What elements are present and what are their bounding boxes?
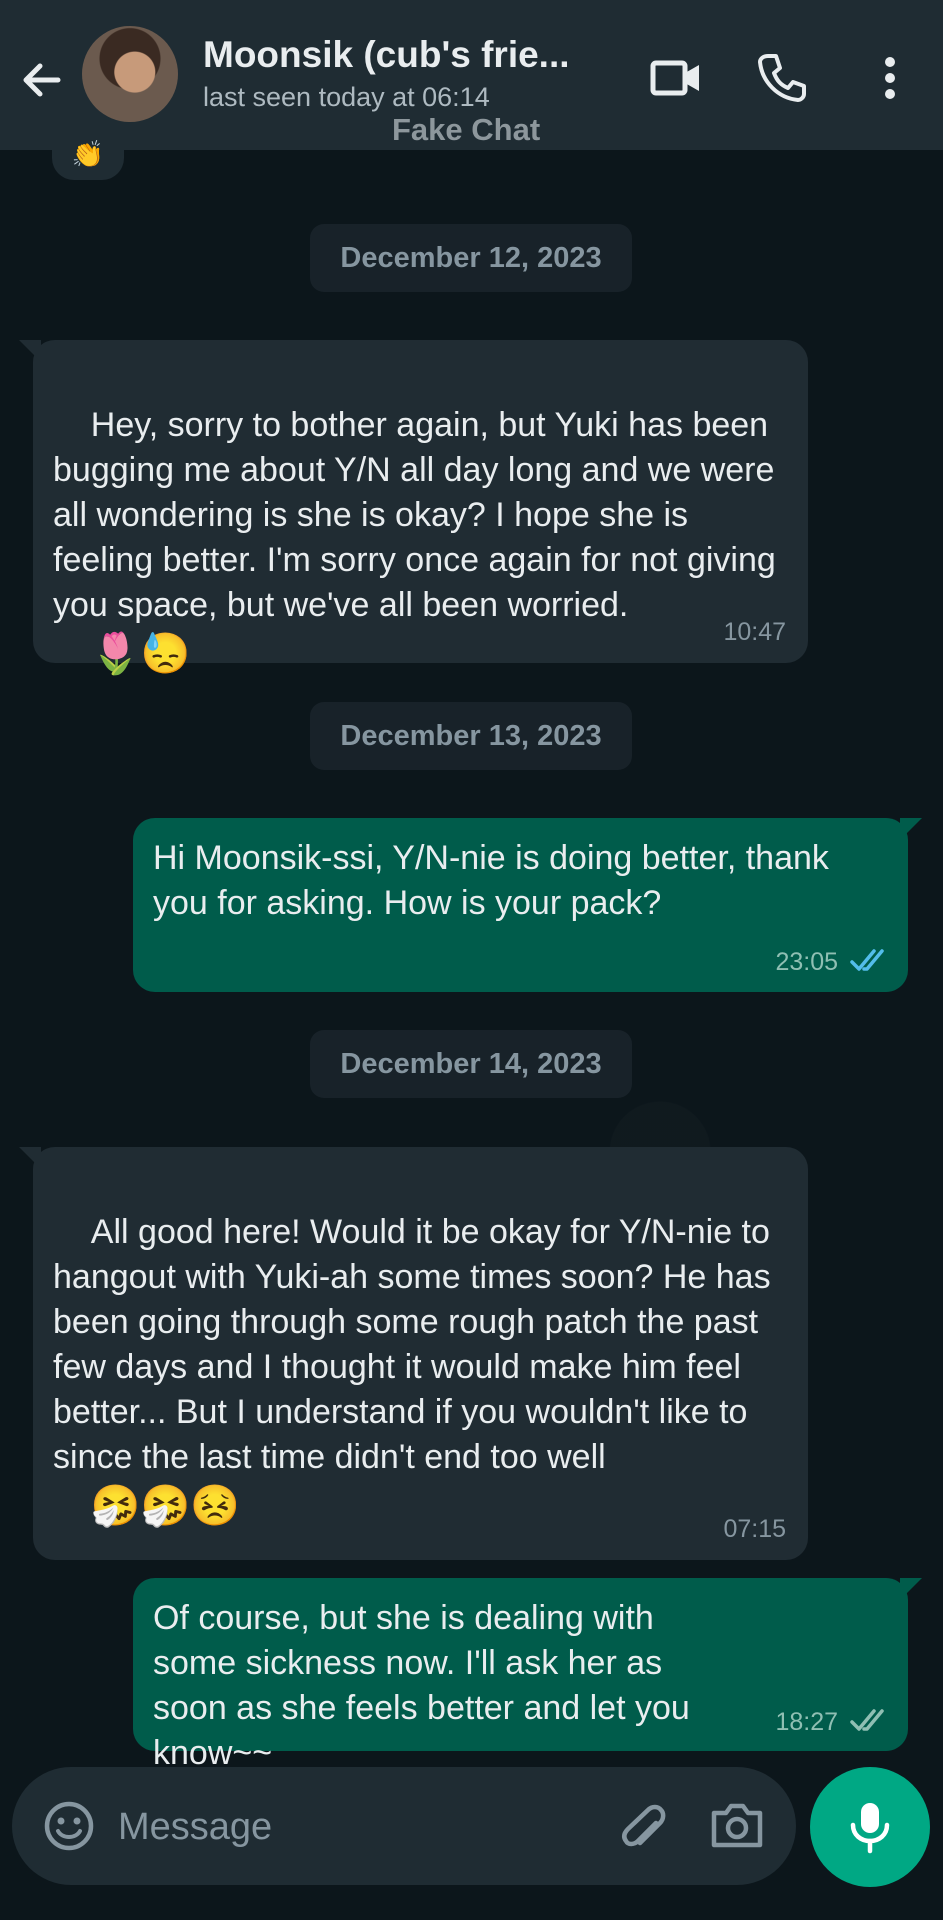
phone-icon <box>758 54 806 102</box>
more-vert-icon <box>885 57 895 99</box>
bubble-tail <box>19 1147 41 1169</box>
message-compose-bar <box>12 1767 796 1885</box>
outgoing-message[interactable]: Hi Moonsik-ssi, Y/N-nie is doing better,… <box>133 818 922 992</box>
emoji-icon <box>44 1801 94 1851</box>
reaction-emoji: 👏 <box>71 140 105 170</box>
chat-header: Moonsik (cub's frie... last seen today a… <box>0 0 943 150</box>
message-body: Hey, sorry to bother again, but Yuki has… <box>53 406 786 624</box>
message-input[interactable] <box>116 1793 600 1861</box>
message-time: 10:47 <box>723 618 786 646</box>
message-emoji: 🤧🤧😣 <box>90 1484 241 1528</box>
incoming-message[interactable]: Hey, sorry to bother again, but Yuki has… <box>19 340 808 676</box>
voice-call-button[interactable] <box>750 46 814 110</box>
incoming-message[interactable]: All good here! Would it be okay for Y/N-… <box>19 1147 808 1560</box>
back-arrow-icon <box>23 63 61 97</box>
mic-icon <box>850 1803 890 1854</box>
message-text: Hey, sorry to bother again, but Yuki has… <box>53 358 793 722</box>
message-reaction[interactable]: 👏 <box>52 140 124 180</box>
back-button[interactable] <box>14 52 70 108</box>
double-check-icon <box>850 1709 884 1731</box>
voice-message-button[interactable] <box>810 1767 930 1887</box>
date-separator: December 13, 2023 <box>310 702 632 770</box>
message-time: 18:27 <box>775 1708 838 1736</box>
last-seen-status: last seen today at 06:14 <box>203 82 490 112</box>
message-text: Hi Moonsik-ssi, Y/N-nie is doing better,… <box>153 839 839 922</box>
message-text: All good here! Would it be okay for Y/N-… <box>53 1165 793 1574</box>
emoji-button[interactable] <box>40 1797 98 1855</box>
camera-button[interactable] <box>706 1795 768 1857</box>
message-time: 23:05 <box>775 948 838 976</box>
more-options-button[interactable] <box>862 46 918 110</box>
video-call-button[interactable] <box>645 46 709 110</box>
bubble-tail <box>19 340 41 362</box>
message-time: 07:15 <box>723 1515 786 1543</box>
contact-name[interactable]: Moonsik (cub's frie... <box>203 34 623 76</box>
message-text: Of course, but she is dealing with some … <box>153 1599 700 1772</box>
bubble-tail <box>900 1578 922 1600</box>
date-separator: December 12, 2023 <box>310 224 632 292</box>
double-check-icon <box>850 949 884 971</box>
date-separator: December 14, 2023 <box>310 1030 632 1098</box>
overlay-watermark-label: Fake Chat <box>392 112 541 147</box>
video-call-icon <box>650 60 699 96</box>
camera-icon <box>711 1803 763 1848</box>
attach-icon <box>622 1804 666 1847</box>
outgoing-message[interactable]: Of course, but she is dealing with some … <box>133 1578 922 1772</box>
bubble-tail <box>900 818 922 840</box>
attach-button[interactable] <box>612 1795 674 1857</box>
message-emoji: 🌷😓 <box>90 632 191 676</box>
avatar[interactable] <box>82 26 178 122</box>
message-body: All good here! Would it be okay for Y/N-… <box>53 1213 781 1476</box>
